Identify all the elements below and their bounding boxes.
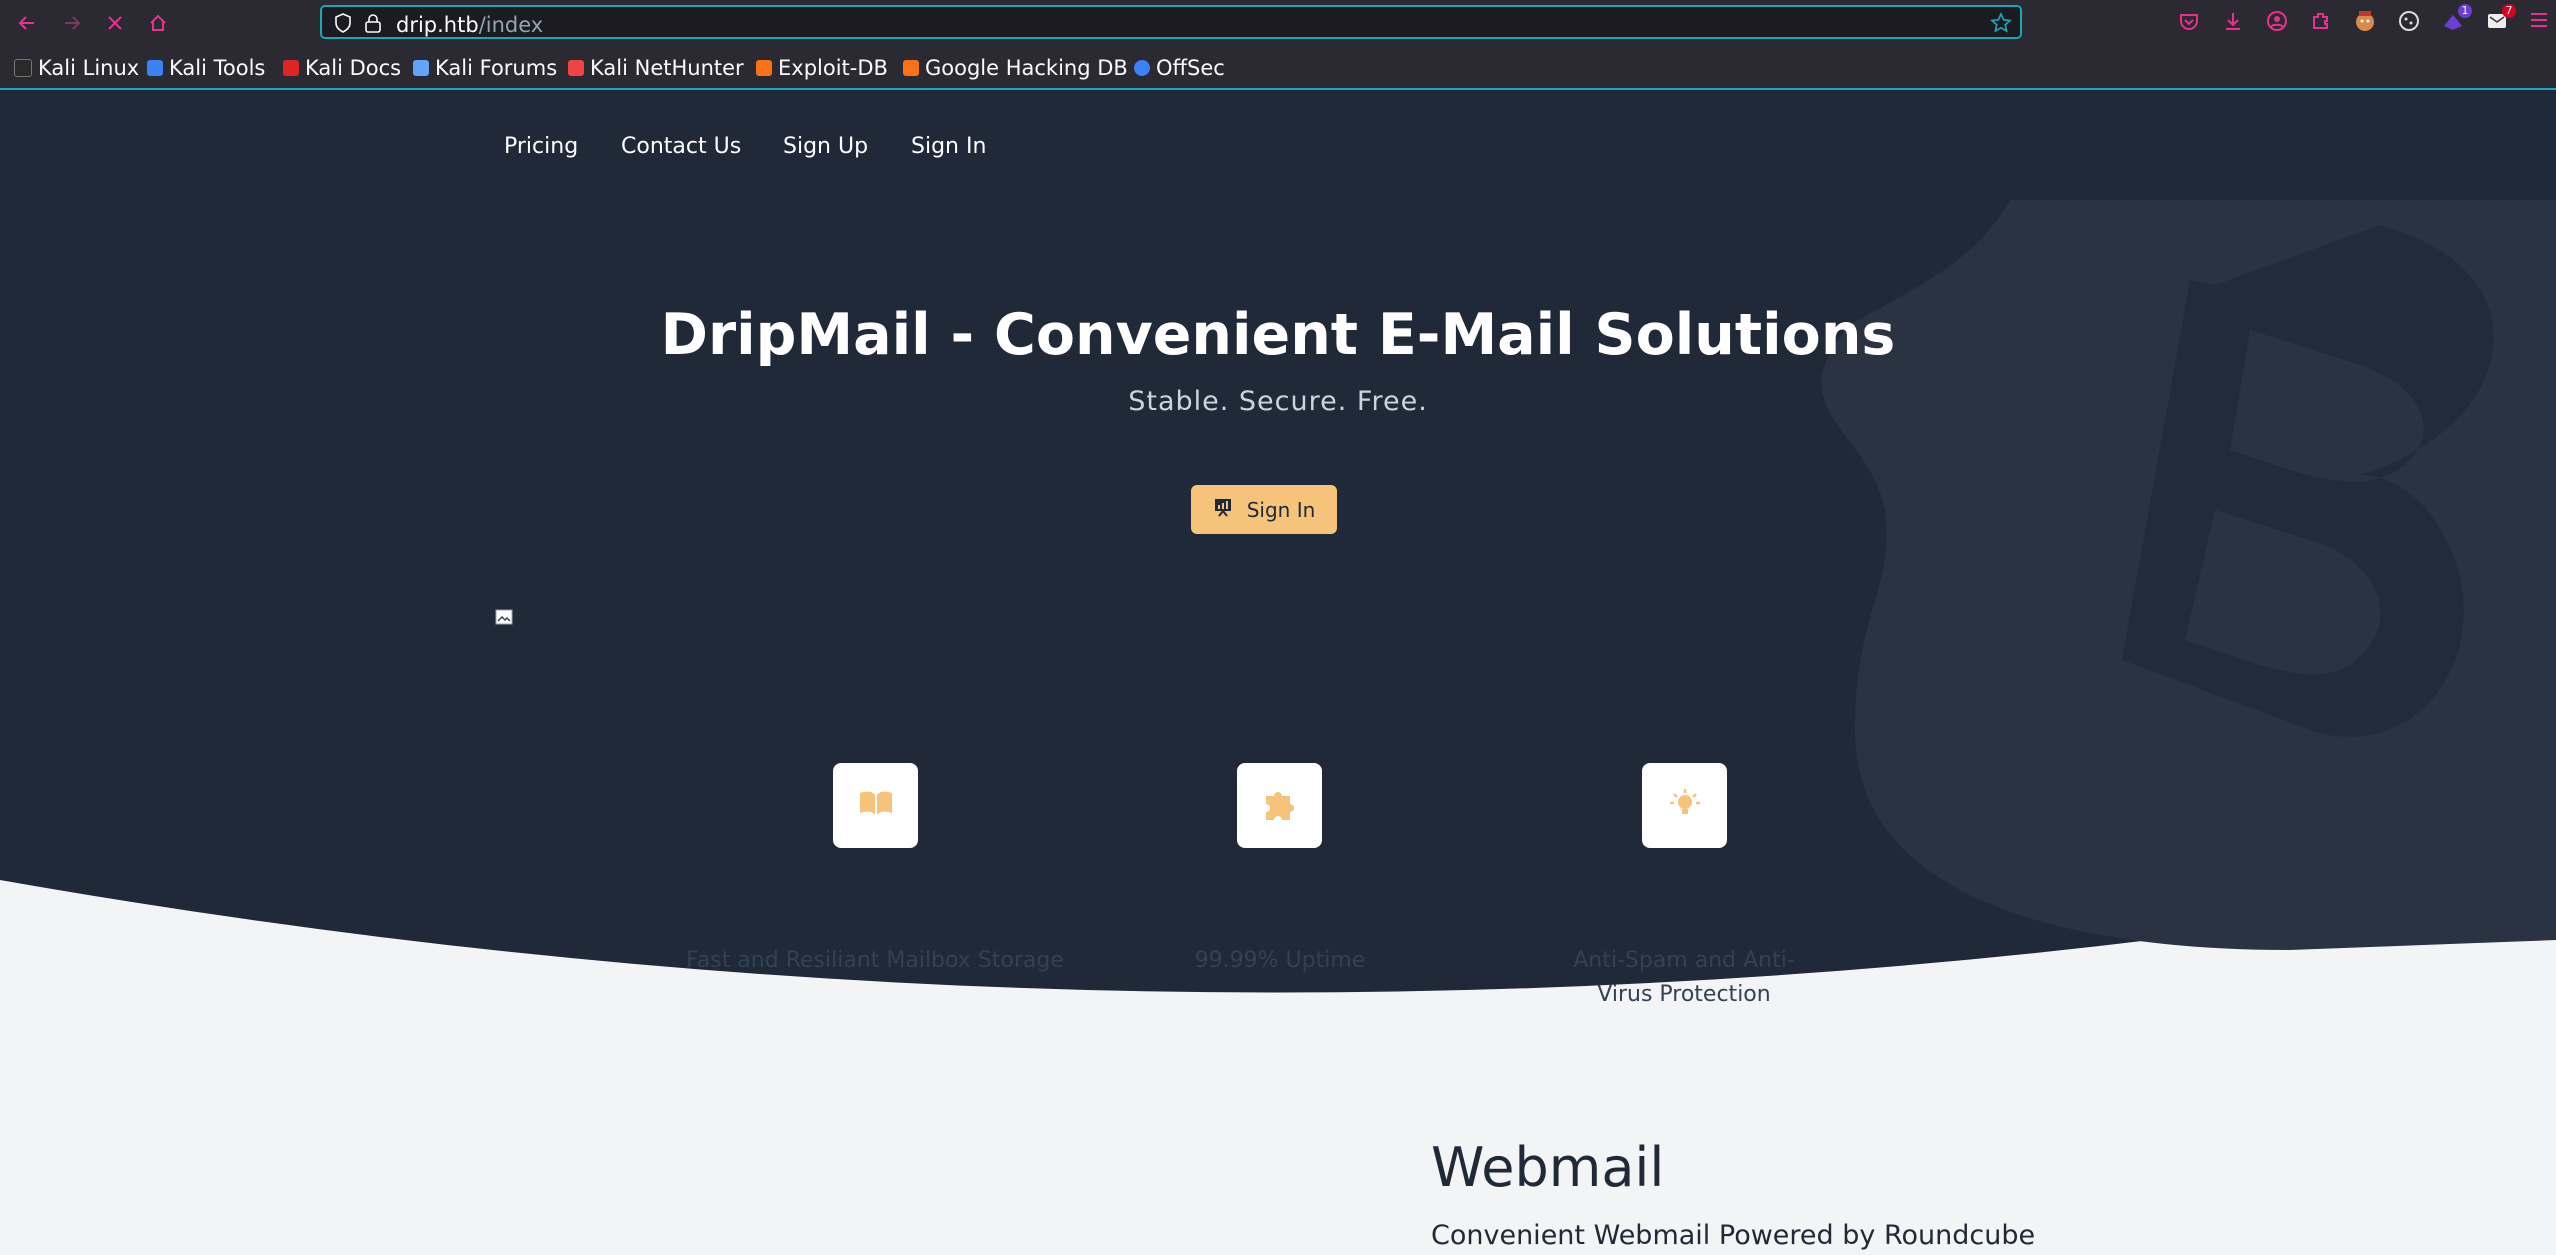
mail-extension-icon[interactable]: 7 [2486, 4, 2516, 34]
broken-image-icon [495, 608, 513, 626]
nav-contact-link[interactable]: Contact Us [621, 134, 741, 159]
feature-uptime-icon-box [1237, 763, 1322, 848]
hero-signin-label: Sign In [1246, 497, 1316, 522]
foxyproxy-icon[interactable] [2354, 10, 2378, 34]
hero-background [0, 90, 2556, 993]
url-host: drip.htb [396, 13, 479, 37]
exploit-db-icon [756, 60, 772, 76]
url-text[interactable]: drip.htb/index [396, 13, 543, 37]
webmail-subtitle: Convenient Webmail Powered by Roundcube [1431, 1220, 2036, 1251]
menu-hamburger-icon[interactable] [2530, 10, 2554, 34]
hero-section: Pricing Contact Us Sign Up Sign In DripM… [0, 90, 2556, 1030]
bookmark-kali-forums[interactable]: Kali Forums [413, 55, 557, 81]
bookmark-kali-docs[interactable]: Kali Docs [283, 55, 401, 81]
bookmark-label: Kali Linux [38, 56, 140, 80]
bookmarks-bar: Kali Linux Kali Tools Kali Docs Kali For… [0, 45, 2556, 90]
bookmark-label: Kali Tools [169, 56, 266, 80]
browser-toolbar: drip.htb/index 1 7 [0, 0, 2556, 45]
hero-signin-button[interactable]: Sign In [1191, 485, 1337, 534]
bookmark-label: Google Hacking DB [925, 56, 1128, 80]
bookmark-label: Kali Docs [305, 56, 402, 80]
bookmark-offsec[interactable]: OffSec [1134, 55, 1225, 81]
nav-signup-link[interactable]: Sign Up [783, 134, 868, 159]
forward-arrow-icon[interactable] [57, 8, 87, 38]
bookmark-star-icon[interactable] [1990, 11, 2012, 38]
nav-pricing-link[interactable]: Pricing [504, 134, 578, 159]
account-icon[interactable] [2266, 10, 2290, 34]
feature-storage-icon-box [833, 763, 918, 848]
bookmark-label: Kali Forums [435, 56, 558, 80]
puzzle-icon [1262, 786, 1298, 826]
nav-signin-link[interactable]: Sign In [911, 134, 986, 159]
bookmark-google-hacking-db[interactable]: Google Hacking DB [903, 55, 1128, 81]
ghdb-icon [903, 60, 919, 76]
kali-docs-icon [283, 60, 299, 76]
stop-loading-icon[interactable] [100, 8, 130, 38]
lock-icon[interactable] [364, 13, 382, 37]
bookmark-kali-nethunter[interactable]: Kali NetHunter [568, 55, 744, 81]
kali-nethunter-icon [568, 60, 584, 76]
bookmark-exploit-db[interactable]: Exploit-DB [756, 55, 888, 81]
home-icon[interactable] [143, 8, 173, 38]
back-arrow-icon[interactable] [12, 8, 42, 38]
cookie-icon[interactable] [2398, 10, 2422, 34]
feature-uptime-label: 99.99% Uptime [1194, 948, 1366, 973]
wappalyzer-badge: 1 [2458, 4, 2472, 18]
kali-forums-icon [413, 60, 429, 76]
tracking-shield-icon[interactable] [334, 13, 352, 37]
feature-protection-label: Anti-Spam and Anti-Virus Protection [1573, 948, 1795, 1007]
extensions-puzzle-icon[interactable] [2310, 10, 2334, 34]
lightbulb-icon [1667, 786, 1703, 826]
mail-extension-badge: 7 [2502, 4, 2516, 18]
offsec-icon [1134, 60, 1150, 76]
bookmark-kali-linux[interactable]: Kali Linux [14, 55, 139, 81]
feature-storage-label: Fast and Resiliant Mailbox Storage [686, 948, 1064, 973]
page-content: Pricing Contact Us Sign Up Sign In DripM… [0, 90, 2556, 1255]
book-icon [858, 790, 894, 822]
bookmark-label: Kali NetHunter [590, 56, 744, 80]
wappalyzer-icon[interactable]: 1 [2442, 4, 2472, 34]
bookmark-label: OffSec [1156, 56, 1225, 80]
kali-tools-icon [147, 60, 163, 76]
url-path: /index [478, 13, 544, 37]
hero-title: DripMail - Convenient E-Mail Solutions [660, 302, 1896, 368]
pocket-icon[interactable] [2178, 10, 2202, 34]
kali-dragon-icon [14, 59, 32, 77]
downloads-icon[interactable] [2222, 10, 2246, 34]
hero-subtitle: Stable. Secure. Free. [1128, 386, 1428, 417]
bookmark-label: Exploit-DB [778, 56, 888, 80]
webmail-title: Webmail [1431, 1136, 1665, 1199]
bookmark-kali-tools[interactable]: Kali Tools [147, 55, 265, 81]
presentation-board-icon [1213, 497, 1233, 522]
feature-protection-icon-box [1642, 763, 1727, 848]
url-bar[interactable]: drip.htb/index [320, 5, 2022, 39]
